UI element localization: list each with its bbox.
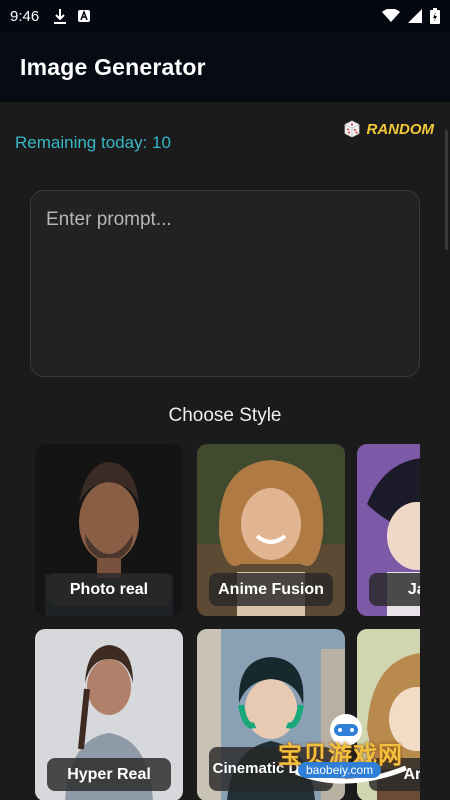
- style-card-japan[interactable]: Japan: [357, 444, 420, 616]
- app-notification-icon: [78, 9, 91, 22]
- style-card-label: Japan: [369, 573, 420, 606]
- watermark-url: baobeiy.com: [298, 762, 382, 778]
- style-card-label: Anime Fusion: [209, 573, 333, 606]
- random-button[interactable]: RANDOM: [343, 120, 435, 138]
- prompt-box: [30, 190, 420, 377]
- style-card-label: Hyper Real: [47, 758, 171, 791]
- prompt-input[interactable]: [31, 191, 419, 376]
- style-card-photo-real[interactable]: Photo real: [35, 444, 183, 616]
- random-label: RANDOM: [366, 120, 435, 138]
- choose-style-heading: Choose Style: [168, 405, 282, 426]
- app-bar: Image Generator: [0, 32, 450, 102]
- wifi-icon: [382, 9, 400, 22]
- status-time: 9:46: [10, 7, 40, 25]
- remaining-count-text: Remaining today: 10: [15, 133, 171, 152]
- battery-charging-icon: [430, 8, 440, 24]
- dice-icon: [344, 120, 359, 138]
- status-bar: 9:46: [0, 0, 450, 32]
- app-title: Image Generator: [20, 53, 206, 80]
- download-icon: [54, 9, 67, 24]
- style-card-hyper-real[interactable]: Hyper Real: [35, 629, 183, 800]
- scrollbar[interactable]: [445, 130, 448, 250]
- signal-icon: [408, 9, 422, 23]
- style-card-anime-fusion[interactable]: Anime Fusion: [197, 444, 345, 616]
- style-card-label: Photo real: [47, 573, 171, 606]
